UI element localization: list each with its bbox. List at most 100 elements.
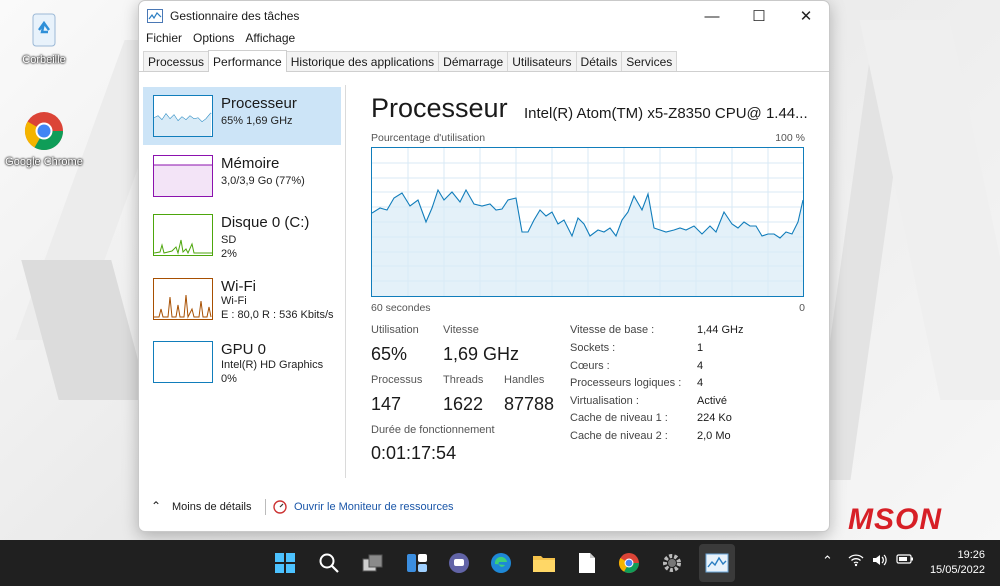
edge-button[interactable] (487, 549, 515, 577)
detail-key: Sockets : (570, 342, 616, 354)
window-title: Gestionnaire des tâches (170, 9, 300, 23)
menu-options[interactable]: Options (193, 31, 234, 49)
tab-details[interactable]: Détails (575, 51, 623, 71)
sidebar-item-title: Disque 0 (C:) (221, 214, 310, 231)
system-clock[interactable]: 19:26 15/05/2022 (930, 548, 985, 578)
notepad-button[interactable] (573, 549, 601, 577)
tab-demarrage[interactable]: Démarrage (438, 51, 509, 71)
wifi-icon[interactable] (848, 553, 864, 570)
graph-label: Pourcentage d'utilisation (371, 132, 486, 144)
disk-mini-graph (153, 214, 213, 256)
desktop-icon-chrome[interactable]: Google Chrome (2, 110, 86, 168)
sidebar-item-processeur[interactable]: Processeur 65% 1,69 GHz (143, 87, 341, 145)
tab-utilisateurs[interactable]: Utilisateurs (507, 51, 577, 71)
resource-monitor-icon (273, 500, 287, 517)
stat-utilisation-label: Utilisation (371, 324, 419, 336)
footer-divider (265, 499, 266, 515)
detail-value: 1,44 GHz (697, 324, 744, 336)
sidebar-item-detail: Intel(R) HD Graphics (221, 359, 324, 371)
sidebar-item-detail: 3,0/3,9 Go (77%) (221, 175, 305, 187)
graph-max-label: 100 % (775, 132, 805, 144)
sidebar-item-detail: SD (221, 234, 237, 246)
chat-button[interactable] (445, 549, 473, 577)
stat-uptime-value: 0:01:17:54 (371, 443, 457, 463)
battery-icon[interactable] (896, 553, 914, 568)
tab-historique[interactable]: Historique des applications (285, 51, 440, 71)
settings-button[interactable] (658, 549, 686, 577)
document-icon (579, 553, 595, 573)
sidebar-item-title: Processeur (221, 95, 297, 112)
stat-threads-label: Threads (443, 374, 484, 386)
wifi-mini-graph (153, 278, 213, 320)
sidebar-item-detail: 65% 1,69 GHz (221, 115, 293, 127)
sidebar-item-memoire[interactable]: Mémoire 3,0/3,9 Go (77%) (143, 147, 341, 205)
folder-icon (533, 556, 555, 572)
less-details-link[interactable]: Moins de détails (172, 501, 252, 513)
stat-handles-value: 87788 (504, 394, 555, 414)
detail-key: Vitesse de base : (570, 324, 655, 336)
file-explorer-button[interactable] (530, 549, 558, 577)
tab-bar: Processus Performance Historique des app… (139, 49, 829, 72)
tab-performance[interactable]: Performance (208, 50, 287, 72)
cpu-mini-graph (153, 95, 213, 137)
chevron-up-icon[interactable]: ⌃ (822, 553, 833, 569)
stat-vitesse-label: Vitesse (443, 324, 479, 336)
chrome-taskbar-button[interactable] (615, 549, 643, 577)
stat-threads-value: 1622 (443, 394, 484, 414)
detail-key: Processeurs logiques : (570, 377, 682, 389)
detail-key: Cœurs : (570, 360, 610, 372)
task-manager-taskbar-button[interactable] (703, 549, 731, 577)
menu-fichier[interactable]: Fichier (146, 31, 182, 49)
chrome-icon (23, 110, 65, 152)
task-manager-icon (147, 9, 163, 23)
chrome-icon (619, 553, 639, 573)
volume-icon[interactable] (872, 553, 888, 570)
close-button[interactable]: ✕ (783, 1, 829, 31)
maximize-button[interactable]: ☐ (736, 1, 782, 31)
widgets-icon (407, 554, 427, 572)
widgets-button[interactable] (403, 549, 431, 577)
brand-logo-text: MSON (848, 503, 942, 536)
detail-value: 2,0 Mo (697, 430, 731, 442)
edge-icon (491, 553, 511, 573)
sidebar-item-gpu[interactable]: GPU 0 Intel(R) HD Graphics 0% (143, 333, 341, 391)
graph-min-label: 0 (799, 302, 805, 314)
stat-processus-label: Processus (371, 374, 423, 386)
resource-sidebar: Processeur 65% 1,69 GHz Mémoire 3,0/3,9 … (139, 85, 346, 478)
minimize-button[interactable]: — (689, 1, 735, 31)
cpu-model-name: Intel(R) Atom(TM) x5-Z8350 CPU@ 1.44... (524, 105, 808, 122)
detail-value: 4 (697, 360, 704, 372)
task-view-button[interactable] (359, 549, 387, 577)
sidebar-item-disque[interactable]: Disque 0 (C:) SD 2% (143, 206, 341, 264)
menu-bar: Fichier Options Affichage (139, 31, 829, 49)
tab-services[interactable]: Services (621, 51, 678, 71)
task-manager-icon (705, 553, 729, 573)
stat-vitesse-value: 1,69 GHz (443, 344, 520, 364)
menu-affichage[interactable]: Affichage (245, 31, 295, 49)
stat-utilisation-value: 65% (371, 344, 408, 364)
gear-icon (663, 554, 681, 572)
sidebar-item-wifi[interactable]: Wi-Fi Wi-Fi E : 80,0 R : 536 Kbits/s (143, 270, 341, 328)
detail-key: Cache de niveau 2 : (570, 430, 668, 442)
chevron-up-icon[interactable]: ⌃ (151, 499, 161, 513)
windows-icon (275, 553, 295, 573)
tab-processus[interactable]: Processus (143, 51, 210, 71)
clock-time: 19:26 (957, 549, 985, 561)
taskbar: ⌃ 19:26 15/05/2022 (0, 540, 1000, 586)
search-button[interactable] (315, 549, 343, 577)
sidebar-item-title: GPU 0 (221, 341, 267, 358)
search-icon (319, 553, 339, 573)
minimize-icon: — (704, 7, 720, 25)
page-title: Processeur (371, 93, 508, 123)
desktop-icon-label: Corbeille (22, 54, 66, 66)
sidebar-item-detail: Wi-Fi (221, 295, 247, 307)
detail-value: Activé (697, 395, 727, 407)
memory-mini-graph (153, 155, 213, 197)
resource-monitor-link[interactable]: Ouvrir le Moniteur de ressources (294, 501, 454, 513)
chat-icon (449, 553, 469, 573)
desktop-icon-recycle-bin[interactable]: Corbeille (2, 8, 86, 66)
stat-uptime-label: Durée de fonctionnement (371, 424, 495, 436)
maximize-icon: ☐ (752, 8, 766, 25)
sidebar-item-detail-2: E : 80,0 R : 536 Kbits/s (221, 309, 334, 321)
start-button[interactable] (271, 549, 299, 577)
